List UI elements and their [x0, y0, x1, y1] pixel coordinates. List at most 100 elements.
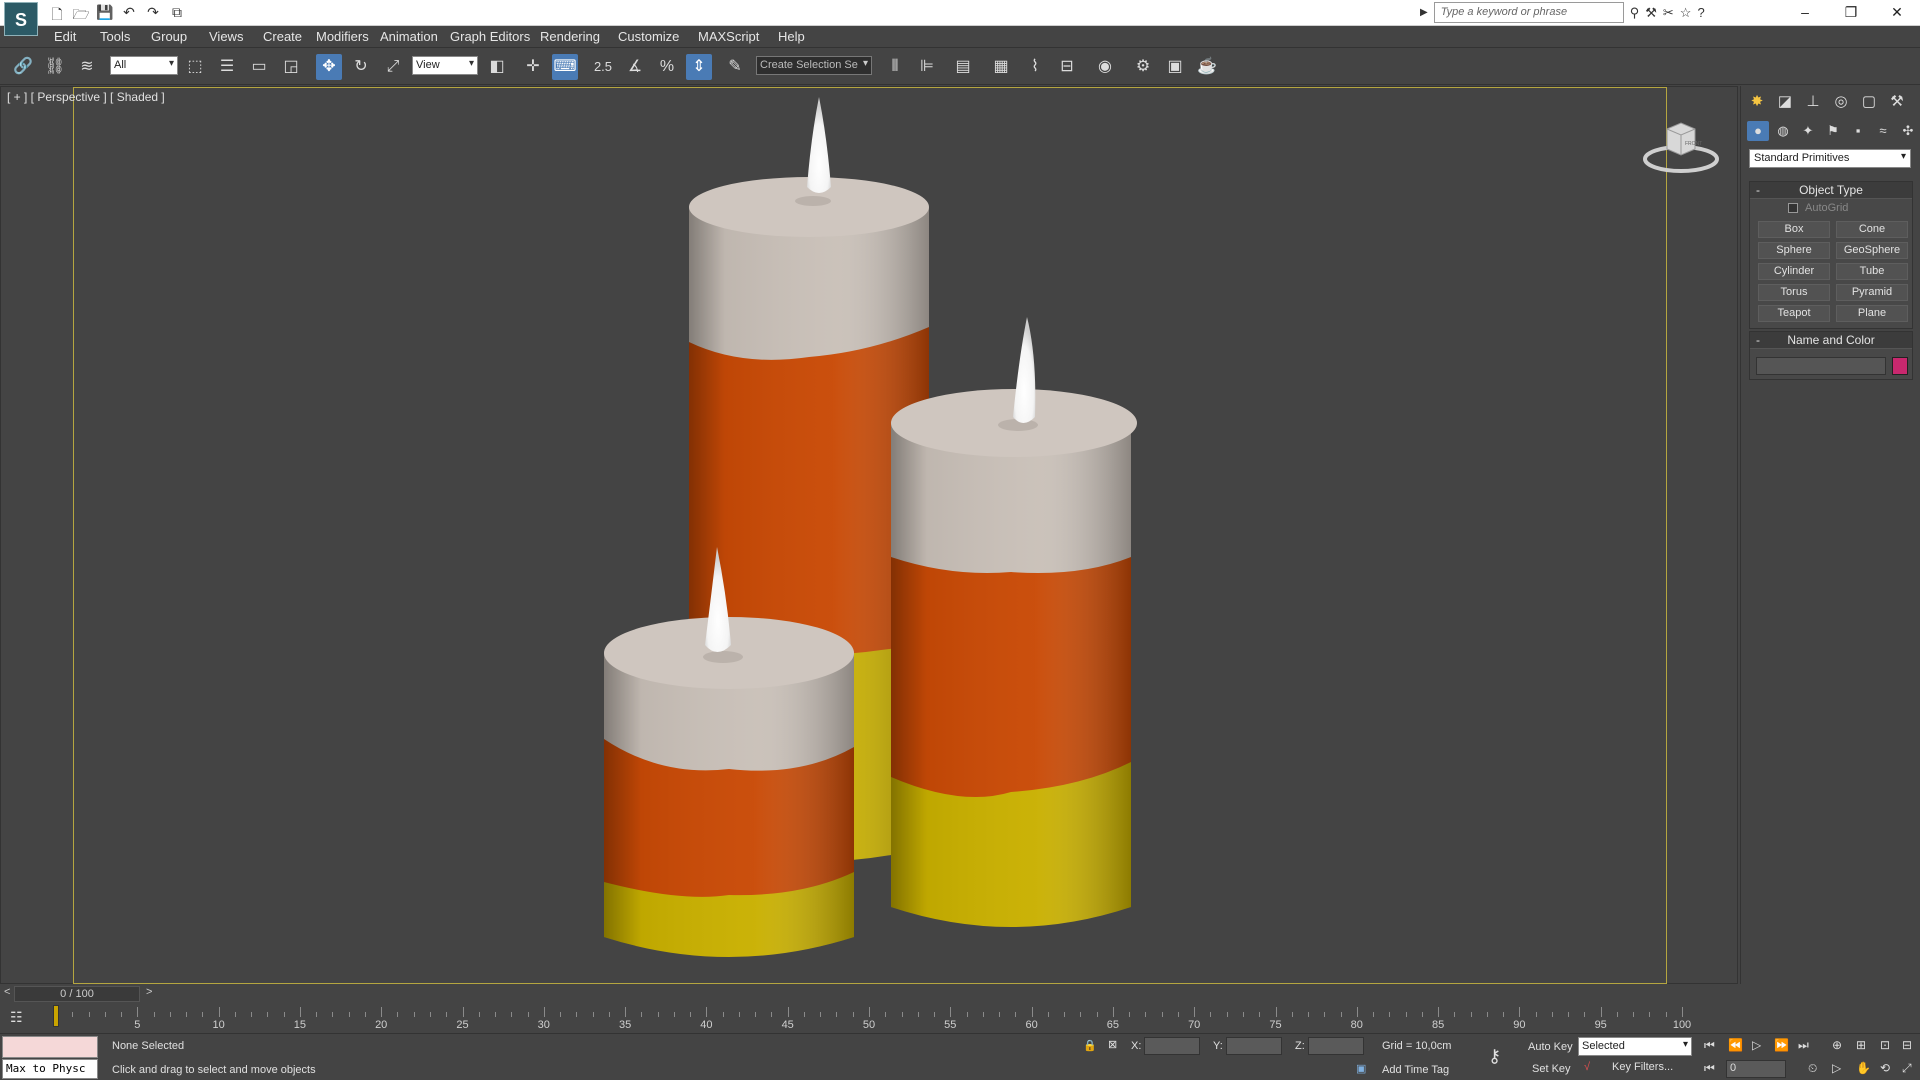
geometry-icon[interactable]: ● [1747, 121, 1769, 141]
x-coordinate-field[interactable] [1144, 1037, 1200, 1055]
name-and-color-header[interactable]: - Name and Color [1750, 332, 1912, 349]
auto-key-button[interactable]: Auto Key [1528, 1041, 1573, 1053]
window-crossing-icon[interactable]: ◲ [278, 54, 304, 80]
render-production-icon[interactable]: ☕ [1194, 54, 1220, 80]
rendered-frame-window-icon[interactable]: ▣ [1162, 54, 1188, 80]
field-of-view-icon[interactable]: ▷ [1832, 1061, 1841, 1075]
app-logo[interactable]: S [4, 2, 38, 36]
pan-icon[interactable]: ✋ [1856, 1061, 1871, 1075]
shapes-icon[interactable]: ◍ [1772, 121, 1794, 141]
hierarchy-tab-icon[interactable]: ⊥ [1801, 90, 1825, 114]
redo-icon[interactable]: ↷ [144, 4, 162, 28]
go-to-start-icon[interactable]: ⏮ [1704, 1038, 1715, 1053]
keyboard-shortcut-override-icon[interactable]: ⌨ [552, 54, 578, 80]
select-and-move-icon[interactable]: ✥ [316, 54, 342, 80]
cone-button[interactable]: Cone [1836, 221, 1908, 238]
timeline-ruler[interactable]: 5 10 15 20 25 30 35 40 45 50 55 60 65 70 75 80 85 90 95 100 [53, 1005, 1691, 1031]
pivot-center-icon[interactable]: ◧ [484, 54, 510, 80]
selection-filter-dropdown[interactable]: All ▾ [110, 56, 178, 75]
object-color-swatch[interactable] [1892, 357, 1908, 375]
select-object-icon[interactable]: ⬚ [182, 54, 208, 80]
perspective-viewport[interactable]: [ + ] [ Perspective ] [ Shaded ] FRONT [0, 86, 1738, 984]
menu-customize[interactable]: Customize [618, 29, 679, 44]
menu-maxscript[interactable]: MAXScript [698, 29, 759, 44]
menu-views[interactable]: Views [209, 29, 243, 44]
zoom-extents-icon[interactable]: ⊡ [1880, 1038, 1890, 1052]
key-curve-icon[interactable]: √ [1584, 1061, 1590, 1073]
motion-tab-icon[interactable]: ◎ [1829, 90, 1853, 114]
help-icon[interactable]: ? [1697, 5, 1704, 20]
menu-create[interactable]: Create [263, 29, 302, 44]
candle-right[interactable] [891, 317, 1137, 927]
schematic-view-icon[interactable]: ⊟ [1054, 54, 1080, 80]
current-frame-field[interactable]: 0 [1726, 1060, 1786, 1078]
systems-icon[interactable]: ✣ [1897, 121, 1919, 141]
mirror-icon[interactable]: ⫴ [882, 54, 908, 80]
sphere-button[interactable]: Sphere [1758, 242, 1830, 259]
key-filters-button[interactable]: Key Filters... [1612, 1061, 1673, 1073]
spinner-snap-icon[interactable]: ⇕ [686, 54, 712, 80]
select-and-scale-icon[interactable]: ⤢ [380, 54, 406, 80]
save-icon[interactable]: 💾 [96, 4, 114, 28]
menu-animation[interactable]: Animation [380, 29, 438, 44]
primitive-type-dropdown[interactable]: Standard Primitives ▾ [1749, 149, 1911, 168]
maximize-viewport-icon[interactable]: ⤢ [1902, 1061, 1912, 1076]
maxscript-mini-listener[interactable]: Max to Physc [2, 1059, 98, 1079]
play-icon[interactable]: ▷ [1752, 1038, 1761, 1052]
tube-button[interactable]: Tube [1836, 263, 1908, 280]
material-editor-icon[interactable]: ◉ [1092, 54, 1118, 80]
object-type-header[interactable]: - Object Type [1750, 182, 1912, 199]
box-button[interactable]: Box [1758, 221, 1830, 238]
torus-button[interactable]: Torus [1758, 284, 1830, 301]
zoom-icon[interactable]: ⊕ [1832, 1038, 1842, 1052]
menu-graph-editors[interactable]: Graph Editors [450, 29, 530, 44]
render-setup-icon[interactable]: ⚙ [1130, 54, 1156, 80]
timeline[interactable]: ☷ 5 10 15 20 25 30 35 40 45 50 55 60 65 70 75 80 85 90 95 1… [0, 1003, 1738, 1033]
key-icon[interactable]: ⚷ [1488, 1046, 1501, 1067]
time-tag-icon[interactable]: ▣ [1356, 1062, 1366, 1075]
helpers-icon[interactable]: ▪ [1847, 121, 1869, 141]
go-to-end-icon[interactable]: ⏭ [1798, 1038, 1809, 1053]
menu-modifiers[interactable]: Modifiers [316, 29, 369, 44]
zoom-extents-all-icon[interactable]: ⊟ [1902, 1038, 1912, 1052]
menu-edit[interactable]: Edit [54, 29, 76, 44]
select-by-name-icon[interactable]: ☰ [214, 54, 240, 80]
key-mode-toggle-icon[interactable]: ⏮ [1704, 1061, 1715, 1076]
set-key-button[interactable]: Set Key [1532, 1063, 1571, 1075]
rectangular-selection-icon[interactable]: ▭ [246, 54, 272, 80]
select-and-rotate-icon[interactable]: ↻ [348, 54, 374, 80]
expand-arrow-icon[interactable]: ▶ [1420, 7, 1428, 18]
named-selection-dropdown[interactable]: Create Selection Se ▾ [756, 56, 872, 75]
search-input[interactable]: Type a keyword or phrase [1433, 2, 1624, 23]
tools-icon[interactable]: ⚒ [1645, 5, 1657, 21]
edit-named-selection-icon[interactable]: ✎ [722, 54, 748, 80]
absolute-mode-icon[interactable]: ⊠ [1108, 1038, 1117, 1051]
viewcube[interactable]: FRONT [1641, 115, 1721, 178]
y-coordinate-field[interactable] [1226, 1037, 1282, 1055]
plane-button[interactable]: Plane [1836, 305, 1908, 322]
cylinder-button[interactable]: Cylinder [1758, 263, 1830, 280]
lights-icon[interactable]: ✦ [1797, 121, 1819, 141]
autogrid-checkbox[interactable]: AutoGrid [1750, 199, 1912, 217]
project-icon[interactable]: ⧉ [168, 4, 186, 28]
binoculars-icon[interactable]: ⚲ [1630, 5, 1640, 21]
restore-button[interactable]: ❐ [1828, 0, 1874, 24]
minimize-button[interactable]: – [1782, 0, 1828, 24]
time-slider[interactable]: 0 / 100 [14, 986, 140, 1002]
viewport-label[interactable]: [ + ] [ Perspective ] [ Shaded ] [7, 90, 165, 104]
open-file-icon[interactable]: 🗁 [72, 4, 90, 28]
align-icon[interactable]: ⊫ [914, 54, 940, 80]
unlink-icon[interactable]: ⛓ [42, 54, 68, 80]
menu-rendering[interactable]: Rendering [540, 29, 600, 44]
close-button[interactable]: ✕ [1874, 0, 1920, 24]
key-mode-dropdown[interactable]: Selected ▾ [1578, 1037, 1692, 1056]
reference-coord-dropdown[interactable]: View ▾ [412, 56, 478, 75]
menu-help[interactable]: Help [778, 29, 805, 44]
timeline-current-frame-marker[interactable] [53, 1005, 59, 1027]
teapot-button[interactable]: Teapot [1758, 305, 1830, 322]
new-file-icon[interactable]: 🗋 [48, 4, 66, 28]
percent-snap-icon[interactable]: % [654, 54, 680, 80]
layer-manager-icon[interactable]: ▤ [950, 54, 976, 80]
orbit-icon[interactable]: ⟲ [1880, 1061, 1890, 1075]
mini-curve-editor-icon[interactable]: ☷ [10, 1009, 23, 1026]
